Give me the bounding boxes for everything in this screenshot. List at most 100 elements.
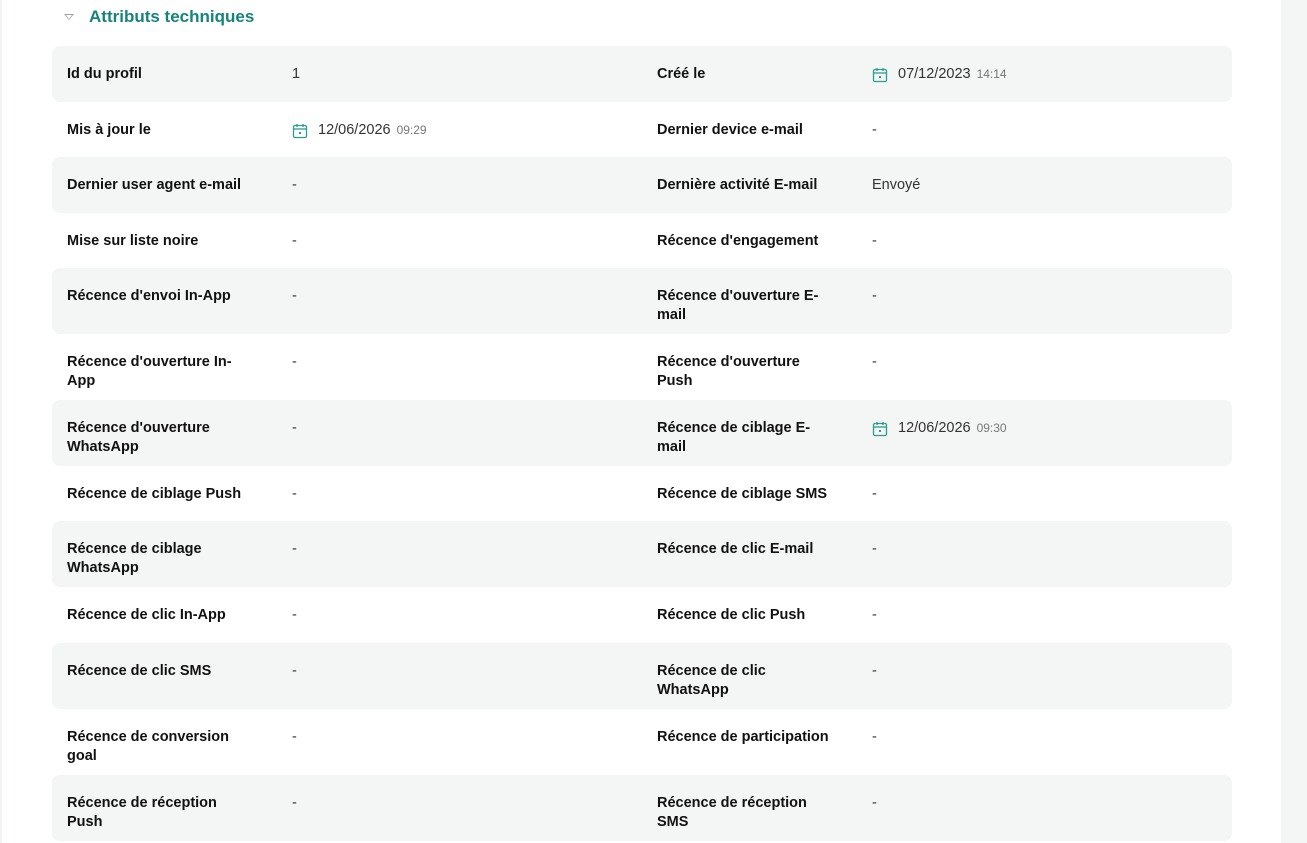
value-text: - — [292, 663, 297, 679]
value-text: - — [872, 486, 877, 502]
attribute-value: - — [868, 353, 1232, 372]
label-recence-de-conversion-goal: Récence de conversion goal — [67, 729, 229, 764]
attribute-value: - — [868, 287, 1232, 306]
date-text: 07/12/2023 — [898, 66, 971, 82]
value-text: - — [292, 420, 297, 436]
attribute-value: - — [278, 794, 642, 813]
time-text: 09:30 — [976, 421, 1007, 435]
attribute-value: - — [278, 662, 642, 681]
label-recence-d-ouverture-push: Récence d'ouverture Push — [657, 354, 800, 389]
label-recence-d-ouverture-in-app: Récence d'ouverture In-App — [67, 354, 232, 389]
label-mise-sur-liste-noire: Mise sur liste noire — [67, 233, 199, 249]
attribute-row: Récence d'envoi In-App - Récence d'ouvertu… — [52, 268, 1232, 334]
label-dernier-device-e-mail: Dernier device e-mail — [657, 122, 803, 138]
attribute-value: - — [868, 121, 1232, 140]
label-recence-d-ouverture-whatsapp: Récence d'ouverture WhatsApp — [67, 420, 210, 455]
label-mis-a-jour-le: Mis à jour le — [67, 122, 151, 138]
value-text: - — [292, 177, 297, 193]
attribute-row: Récence de clic In-App - Récence de clic P… — [52, 587, 1232, 643]
label-cree-le: Créé le — [657, 66, 706, 82]
label-recence-de-ciblage-sms: Récence de ciblage SMS — [657, 486, 828, 502]
section-title: Attributs techniques — [89, 7, 255, 26]
value-text: 1 — [292, 66, 301, 82]
value-text: - — [872, 663, 877, 679]
label-recence-de-participation: Récence de participation — [657, 729, 829, 745]
date-value: 12/06/2026 09:29 — [278, 121, 642, 140]
label-recence-de-clic-e-mail: Récence de clic E-mail — [657, 541, 814, 557]
attribute-row: Mise sur liste noire - Récence d'engagemen… — [52, 213, 1232, 268]
attribute-value: - — [278, 176, 642, 195]
time-text: 14:14 — [976, 67, 1007, 81]
attribute-value: - — [868, 232, 1232, 251]
label-dernier-user-agent-e-mail: Dernier user agent e-mail — [67, 177, 242, 193]
attribute-row: Id du profil 1 Créé le 07/12/2023 14:14 — [52, 46, 1232, 102]
value-text: - — [872, 122, 877, 138]
label-recence-de-reception-push: Récence de réception Push — [67, 795, 217, 830]
scrollbar-track[interactable] — [1281, 0, 1307, 843]
attribute-value: - — [278, 287, 642, 306]
value-text: - — [292, 541, 297, 557]
attribute-row: Mis à jour le 12/06/2026 09:29 Dernier devi… — [52, 102, 1232, 157]
label-recence-de-clic-sms: Récence de clic SMS — [67, 663, 212, 679]
value-text: - — [292, 486, 297, 502]
attribute-value: - — [868, 485, 1232, 504]
attribute-value: - — [278, 728, 642, 747]
value-text: - — [872, 729, 877, 745]
attribute-value: - — [278, 419, 642, 438]
label-recence-de-reception-sms: Récence de réception SMS — [657, 795, 807, 830]
attribute-value: - — [868, 728, 1232, 747]
value-text: - — [872, 607, 877, 623]
attribute-value: - — [278, 232, 642, 251]
attribute-row: Dernier user agent e-mail - Dernière activ… — [52, 157, 1232, 213]
value-text: - — [292, 795, 297, 811]
attribute-value: - — [868, 540, 1232, 559]
date-value: 07/12/2023 14:14 — [868, 65, 1232, 84]
value-text: - — [292, 233, 297, 249]
value-text: - — [872, 233, 877, 249]
chevron-down-icon[interactable] — [64, 14, 74, 20]
value-text: - — [872, 354, 877, 370]
attribute-value: - — [278, 606, 642, 625]
attribute-row: Récence de ciblage WhatsApp - Récence de c… — [52, 521, 1232, 587]
value-text: - — [872, 795, 877, 811]
attribute-row: Récence de réception Push - Récence de réc… — [52, 775, 1232, 841]
value-text: - — [872, 288, 877, 304]
value-text: - — [292, 354, 297, 370]
label-recence-d-ouverture-e-mail: Récence d'ouverture E-mail — [657, 288, 819, 323]
left-gutter — [0, 0, 2, 843]
attribute-value: - — [278, 353, 642, 372]
section-header[interactable]: Attributs techniques — [52, 0, 1232, 36]
label-recence-d-engagement: Récence d'engagement — [657, 233, 819, 249]
label-recence-de-clic-push: Récence de clic Push — [657, 607, 806, 623]
label-derniere-activite-e-mail: Dernière activité E-mail — [657, 177, 818, 193]
attribute-value: Envoyé — [868, 176, 1232, 195]
label-id-du-profil: Id du profil — [67, 66, 142, 82]
date-value: 12/06/2026 09:30 — [868, 419, 1232, 438]
label-recence-de-ciblage-push: Récence de ciblage Push — [67, 486, 242, 502]
label-recence-d-envoi-in-app: Récence d'envoi In-App — [67, 288, 231, 304]
attribute-row: Récence d'ouverture In-App - Récence d'ouv… — [52, 334, 1232, 400]
time-text: 09:29 — [396, 123, 427, 137]
attribute-value: - — [868, 794, 1232, 813]
attribute-value: 1 — [278, 65, 642, 84]
value-text: - — [292, 729, 297, 745]
label-recence-de-ciblage-whatsapp: Récence de ciblage WhatsApp — [67, 541, 202, 576]
label-recence-de-ciblage-e-mail: Récence de ciblage E-mail — [657, 420, 811, 455]
attribute-value: - — [868, 662, 1232, 681]
attribute-value: - — [868, 606, 1232, 625]
label-recence-de-clic-in-app: Récence de clic In-App — [67, 607, 226, 623]
attributes-list: Id du profil 1 Créé le 07/12/2023 14:14 Mis à… — [52, 46, 1232, 841]
label-recence-de-clic-whatsapp: Récence de clic WhatsApp — [657, 663, 766, 698]
value-text: - — [872, 541, 877, 557]
technical-attributes-section: Attributs techniques Id du profil 1 Créé l… — [52, 0, 1232, 841]
calendar-icon — [872, 421, 888, 437]
calendar-icon — [872, 67, 888, 83]
attribute-row: Récence d'ouverture WhatsApp - Récence de … — [52, 400, 1232, 466]
attribute-row: Récence de clic SMS - Récence de clic What… — [52, 643, 1232, 709]
date-text: 12/06/2026 — [318, 122, 391, 138]
attribute-value: - — [278, 540, 642, 559]
attribute-row: Récence de ciblage Push - Récence de cibla… — [52, 466, 1232, 521]
calendar-icon — [292, 123, 308, 139]
date-text: 12/06/2026 — [898, 420, 971, 436]
value-text: - — [292, 288, 297, 304]
